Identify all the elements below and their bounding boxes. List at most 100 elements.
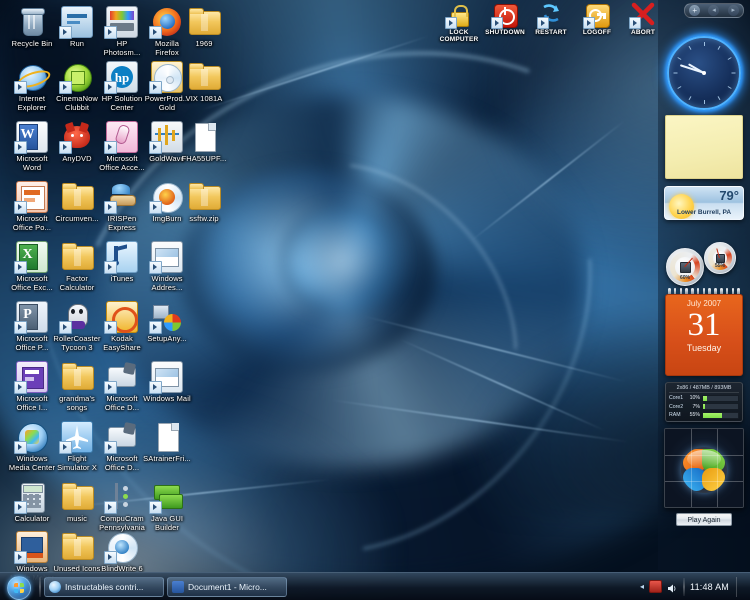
calendar-gadget[interactable]: July 2007 31 Tuesday	[664, 288, 744, 376]
windows-flag-icon	[14, 582, 24, 593]
weather-gadget[interactable]: 79° Lower Burrell, PA	[664, 186, 744, 222]
prev-gadget-button[interactable]: ◂	[708, 5, 720, 16]
desktop-icon-microsoft-office-p[interactable]: P Microsoft Office P...	[8, 301, 56, 352]
clock-face	[667, 36, 741, 110]
desktop-icon-satrainerfri[interactable]: SAtrainerFri...	[143, 421, 191, 464]
microsoft-word-icon	[172, 580, 184, 593]
system-monitor-row: Core1 10%	[669, 394, 739, 402]
taskbar-task[interactable]: Document1 - Micro...	[167, 576, 287, 597]
taskbar-task-list: Instructables contri... Document1 - Micro…	[44, 576, 290, 597]
volume-speaker-icon[interactable]	[667, 581, 678, 593]
desktop-icon-music[interactable]: music	[53, 481, 101, 524]
weather-card[interactable]: 79° Lower Burrell, PA	[664, 186, 744, 220]
desktop-icon-vix-1081a[interactable]: VIX 1081A	[180, 61, 228, 104]
desktop-icon-windows-mail[interactable]: Windows Mail	[143, 361, 191, 404]
desktop-icon-label: Windows Media Center	[8, 454, 56, 472]
power-shortcut-restart[interactable]: RESTART	[529, 2, 573, 36]
desktop-icon-irispen-express[interactable]: IRISPen Express	[98, 181, 146, 232]
power-shortcut-lock-computer[interactable]: LOCK COMPUTER	[437, 2, 481, 44]
restart-arrows-icon	[537, 2, 564, 29]
clock-tick	[704, 42, 705, 46]
system-monitor-row-name: Core2	[669, 403, 684, 410]
desktop-icon-ssftw-zip[interactable]: ssftw.zip	[180, 181, 228, 224]
clock-gadget[interactable]	[664, 36, 744, 110]
desktop-icon-calculator[interactable]: Calculator	[8, 481, 56, 524]
cpu-meter-gadget[interactable]: 60% 55%	[664, 240, 744, 286]
desktop-icon-microsoft-office-d[interactable]: Microsoft Office D...	[98, 421, 146, 472]
puzzle-board[interactable]	[664, 428, 744, 508]
shortcut-arrow-icon	[149, 141, 162, 154]
desktop-icon-rollercoaster-tycoon-3[interactable]: RollerCoaster Tycoon 3	[53, 301, 101, 352]
taskbar-task[interactable]: Instructables contri...	[44, 576, 164, 597]
desktop-icon-label: music	[66, 514, 88, 523]
tray-expand-chevron-icon[interactable]: ◂	[640, 582, 644, 591]
desktop-icon-setupany[interactable]: SetupAny...	[143, 301, 191, 344]
desktop-icon-anydvd[interactable]: AnyDVD	[53, 121, 101, 164]
desktop-icon-windows-addres[interactable]: Windows Addres...	[143, 241, 191, 292]
desktop-icon-run[interactable]: Run	[53, 6, 101, 49]
desktop-icon-circumven[interactable]: Circumven...	[53, 181, 101, 224]
shortcut-arrow-icon	[104, 501, 117, 514]
desktop-icon-microsoft-office-exc[interactable]: X Microsoft Office Exc...	[8, 241, 56, 292]
desktop-icon-label: Microsoft Office I...	[16, 394, 48, 412]
desktop-icon-microsoft-office-d[interactable]: Microsoft Office D...	[98, 361, 146, 412]
desktop-icon-microsoft-word[interactable]: W Microsoft Word	[8, 121, 56, 172]
system-monitor-row-bar	[702, 403, 739, 411]
system-monitor-row-name: RAM	[669, 412, 681, 419]
desktop-icon-microsoft-office-i[interactable]: Microsoft Office I...	[8, 361, 56, 412]
desktop-icon-microsoft-office-po[interactable]: Microsoft Office Po...	[8, 181, 56, 232]
shortcut-arrow-icon	[14, 321, 27, 334]
desktop-icon-internet-explorer[interactable]: Internet Explorer	[8, 61, 56, 112]
desktop-icon-fha55upf[interactable]: FHA55UPF...	[180, 121, 228, 164]
desktop-icon-microsoft-office-acce[interactable]: Microsoft Office Acce...	[98, 121, 146, 172]
clock-tick	[677, 57, 682, 60]
system-monitor-gadget[interactable]: 2x86 / 487MB / 893MB Core1 10% Core2 7% RAM 5…	[664, 382, 744, 424]
desktop-icon-unused-icons[interactable]: Unused Icons	[53, 531, 101, 574]
desktop-icon-label: Microsoft Office Exc...	[11, 274, 53, 292]
power-shortcut-shutdown[interactable]: SHUTDOWN	[483, 2, 527, 36]
desktop-icon-label: Factor Calculator	[59, 274, 95, 292]
desktop-icon-windows-media-center[interactable]: Windows Media Center	[8, 421, 56, 472]
desktop-icon-blindwrite-6[interactable]: BlindWrite 6	[98, 531, 146, 574]
desktop-icon-factor-calculator[interactable]: Factor Calculator	[53, 241, 101, 292]
folder-icon	[61, 181, 94, 213]
document-icon	[151, 421, 183, 453]
desktop-icon-grandma-s-songs[interactable]: grandma's songs	[53, 361, 101, 412]
desktop-icon-flight-simulator-x[interactable]: Flight Simulator X	[53, 421, 101, 472]
desktop-icon-cinemanow-clubbit[interactable]: CinemaNow Clubbit	[53, 61, 101, 112]
sticky-notes-gadget[interactable]	[664, 115, 744, 181]
desktop-icon-label: Windows Addres...	[151, 274, 183, 292]
add-gadget-button[interactable]: +	[689, 5, 701, 16]
power-shortcut-logoff[interactable]: LOGOFF	[575, 2, 619, 36]
power-shortcut-label: SHUTDOWN	[485, 29, 525, 36]
next-gadget-button[interactable]: ▸	[727, 5, 739, 16]
desktop-icon-label: Microsoft Word	[16, 154, 48, 172]
taskbar-clock[interactable]: 11:48 AM	[690, 582, 729, 592]
desktop-icon-kodak-easyshare[interactable]: Kodak EasyShare	[98, 301, 146, 352]
system-monitor-row-bar	[702, 394, 739, 402]
windows-sidebar: + ◂ ▸ 79° Lower Burrell, PA 60% 55% July…	[658, 0, 750, 570]
taskbar: Instructables contri... Document1 - Micro…	[0, 572, 750, 600]
shortcut-arrow-icon	[149, 321, 162, 334]
system-monitor-row-bar	[702, 411, 739, 419]
desktop-screen: Recycle Bin Run HP Photosm... Mozilla Firef…	[0, 0, 750, 600]
desktop-icon-recycle-bin[interactable]: Recycle Bin	[8, 6, 56, 49]
show-desktop-button[interactable]	[736, 576, 745, 597]
picture-puzzle-gadget[interactable]: Play Again	[664, 428, 744, 533]
desktop-icon-hp-photosm[interactable]: HP Photosm...	[98, 6, 146, 57]
sticky-note[interactable]	[665, 115, 743, 179]
security-shield-icon[interactable]	[649, 580, 663, 593]
clock-tick	[727, 86, 732, 89]
desktop-icon-hp-solution-center[interactable]: hp HP Solution Center	[98, 61, 146, 112]
desktop-icon-label: Microsoft Office P...	[15, 334, 49, 352]
start-button[interactable]	[2, 575, 36, 600]
desktop-icon-itunes[interactable]: iTunes	[98, 241, 146, 284]
desktop-icon-compucram-pennsylvania[interactable]: CompuCram Pennsylvania	[98, 481, 146, 532]
desktop-icon-1969[interactable]: 1969	[180, 6, 228, 49]
desktop-icon-label: SAtrainerFri...	[143, 454, 191, 463]
desktop-icon-java-gui-builder[interactable]: Java GUI Builder	[143, 481, 191, 532]
shortcut-arrow-icon	[14, 201, 27, 214]
desktop-icon-label: Windows Mail	[143, 394, 191, 403]
shortcut-arrow-icon	[14, 381, 27, 394]
play-again-button[interactable]: Play Again	[676, 513, 732, 526]
